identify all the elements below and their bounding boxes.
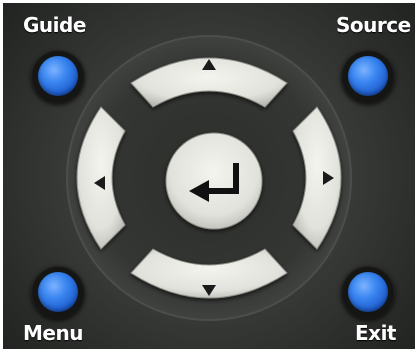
remote-control-panel: Guide Source Menu Exit xyxy=(3,3,415,349)
dpad xyxy=(66,35,352,321)
dpad-enter-button[interactable] xyxy=(165,132,263,230)
